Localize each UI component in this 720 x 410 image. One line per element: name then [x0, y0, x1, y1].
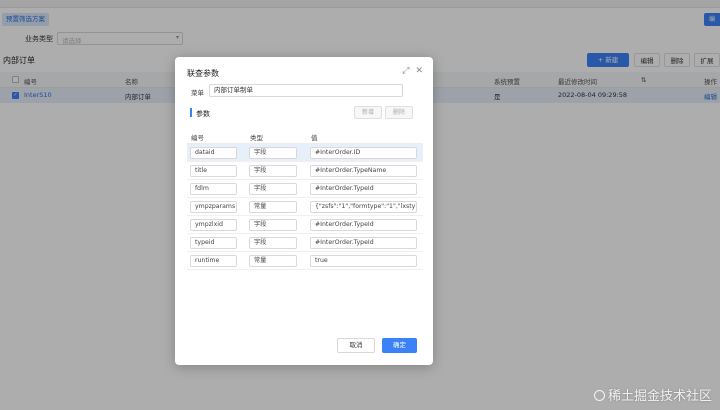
menu-input[interactable]: 内部订单制单 — [209, 84, 403, 97]
params-accent-bar — [190, 108, 192, 117]
param-value-input[interactable]: #InterOrder.TypeId — [310, 183, 417, 195]
param-code-input[interactable]: runtime — [190, 255, 237, 267]
cancel-button[interactable]: 取消 — [337, 338, 375, 353]
param-value-input[interactable]: #InterOrder.TypeId — [310, 219, 417, 231]
param-value-input[interactable]: #InterOrder.ID — [310, 147, 417, 159]
param-row[interactable]: typeid 字段 #InterOrder.TypeId — [187, 234, 423, 252]
param-code-input[interactable]: ympzparams — [190, 201, 237, 213]
watermark: 稀土掘金技术社区 — [593, 385, 712, 404]
param-row[interactable]: runtime 常量 true — [187, 252, 423, 270]
dialog-title: 联查参数 — [187, 69, 219, 78]
watermark-text: 稀土掘金技术社区 — [607, 389, 712, 404]
param-type-input[interactable]: 字段 — [249, 237, 297, 249]
param-type-input[interactable]: 常量 — [249, 201, 297, 213]
close-icon[interactable]: ✕ — [415, 66, 423, 76]
param-code-input[interactable]: typeid — [190, 237, 237, 249]
params-title: 参数 — [196, 110, 210, 118]
dialog-controls: ⤢ ✕ — [396, 66, 423, 76]
params-table: 编号 类型 值 dataid 字段 #InterOrder.ID title 字… — [187, 129, 423, 270]
add-param-button[interactable]: 新增 — [354, 106, 383, 119]
param-code-input[interactable]: dataid — [190, 147, 237, 159]
param-value-input[interactable]: true — [310, 255, 417, 267]
param-col-type: 类型 — [250, 134, 263, 142]
param-value-input[interactable]: #InterOrder.TypeId — [310, 237, 417, 249]
confirm-button[interactable]: 确定 — [382, 338, 417, 353]
param-col-value: 值 — [311, 134, 318, 142]
param-value-input[interactable]: {"zsfs":"1","formtype":"1","lxstyleid" — [310, 201, 417, 213]
param-type-input[interactable]: 字段 — [249, 183, 297, 195]
param-code-input[interactable]: ympzlxid — [190, 219, 237, 231]
param-type-input[interactable]: 字段 — [249, 165, 297, 177]
param-type-input[interactable]: 字段 — [249, 147, 297, 159]
param-code-input[interactable]: fdlm — [190, 183, 237, 195]
param-row[interactable]: title 字段 #InterOrder.TypeName — [187, 162, 423, 180]
expand-icon[interactable]: ⤢ — [402, 66, 409, 76]
param-type-input[interactable]: 常量 — [249, 255, 297, 267]
params-table-header: 编号 类型 值 — [187, 129, 423, 144]
param-type-input[interactable]: 字段 — [249, 219, 297, 231]
param-row[interactable]: ympzlxid 字段 #InterOrder.TypeId — [187, 216, 423, 234]
param-row[interactable]: ympzparams 常量 {"zsfs":"1","formtype":"1"… — [187, 198, 423, 216]
param-value-input[interactable]: #InterOrder.TypeName — [310, 165, 417, 177]
menu-label: 菜单 — [191, 89, 204, 97]
delete-param-button[interactable]: 删除 — [385, 106, 414, 119]
param-row[interactable]: fdlm 字段 #InterOrder.TypeId — [187, 180, 423, 198]
param-row[interactable]: dataid 字段 #InterOrder.ID — [187, 144, 423, 162]
param-code-input[interactable]: title — [190, 165, 237, 177]
link-params-dialog: 联查参数 ⤢ ✕ 菜单 内部订单制单 参数 新增 删除 编号 类型 值 datai… — [175, 57, 433, 365]
watermark-logo-icon — [593, 390, 605, 401]
param-col-code: 编号 — [191, 134, 204, 142]
